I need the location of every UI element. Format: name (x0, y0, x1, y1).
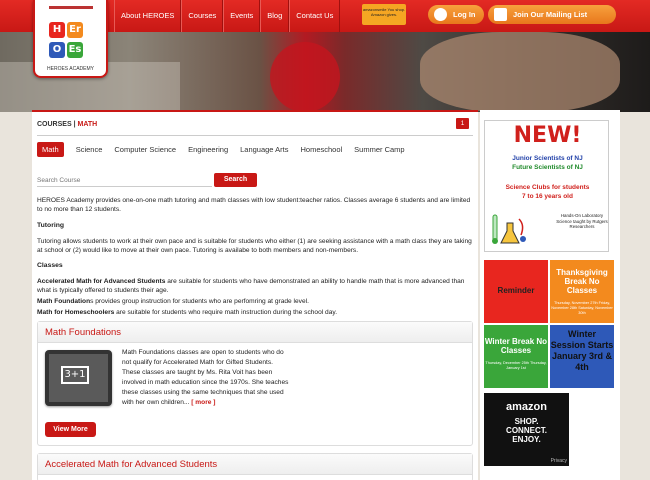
tab-language-arts[interactable]: Language Arts (240, 142, 288, 157)
ad-ages: 7 to 16 years old (522, 193, 573, 200)
breadcrumb-current: MATH (77, 121, 98, 128)
tab-math[interactable]: Math (37, 142, 64, 157)
logo-caption: HEROES ACADEMY (47, 66, 94, 72)
page-count-badge: 1 (456, 118, 469, 129)
notice-dates: Thursday, November 27th Friday, November… (551, 301, 613, 315)
class-desc: are suitable for students who require ma… (114, 309, 338, 316)
logo-tile-h: H (49, 22, 65, 38)
nav-contact[interactable]: Contact Us (289, 0, 341, 32)
amazon-smile-badge[interactable]: amazonsmile You shop. Amazon gives. (362, 4, 406, 25)
mailing-label: Join Our Mailing List (513, 10, 588, 19)
course-card-accelerated-math: Accelerated Math for Advanced Students (37, 453, 473, 480)
main-content-panel: COURSES | MATH 1 Math Science Computer S… (32, 110, 478, 480)
notice-title: Thanksgiving Break No Classes (556, 268, 608, 295)
sidebar: NEW! Junior Scientists of NJ Future Scie… (480, 110, 620, 480)
logo-tile-o: O (49, 42, 65, 58)
login-button[interactable]: Log In (428, 5, 484, 24)
more-link[interactable]: [ more ] (191, 399, 215, 406)
user-icon (434, 8, 447, 21)
classes-heading: Classes (37, 262, 63, 269)
login-label: Log In (453, 10, 476, 19)
notice-reminder[interactable]: Reminder (484, 260, 548, 323)
privacy-link[interactable]: Privacy (551, 458, 567, 464)
ad-line: Science Clubs for students 7 to 16 years… (485, 183, 610, 201)
notice-winter-session[interactable]: Winter Session Starts January 3rd & 4th (550, 325, 614, 388)
course-description: Math Foundations classes are open to stu… (122, 348, 292, 408)
course-title[interactable]: Accelerated Math for Advanced Students (38, 454, 472, 475)
breadcrumb-separator: | (73, 121, 76, 128)
divider (37, 135, 473, 136)
ad-detail: Hands-On Laboratory Science taught by Ru… (556, 213, 608, 229)
course-description-text: Math Foundations classes are open to stu… (122, 349, 289, 406)
amazon-tagline-line: CONNECT. (506, 426, 547, 435)
nav-about[interactable]: About HEROES (114, 0, 182, 32)
nav-courses[interactable]: Courses (181, 0, 224, 32)
logo-tile-er: Er (67, 22, 83, 38)
notice-title: Reminder (497, 286, 535, 295)
amazon-tagline: SHOP. CONNECT. ENJOY. (484, 417, 569, 444)
course-title[interactable]: Math Foundations (38, 322, 472, 343)
ad-headline: NEW! (513, 123, 582, 148)
amazon-logo: amazon (506, 401, 547, 413)
notice-thanksgiving[interactable]: Thanksgiving Break No Classes Thursday, … (550, 260, 614, 323)
logo-tile-es: Es (67, 42, 83, 58)
notice-title: Winter Session Starts January 3rd & 4th (550, 329, 614, 372)
tutoring-heading: Tutoring (37, 222, 65, 229)
tab-science[interactable]: Science (76, 142, 103, 157)
notice-title: Winter Break No Classes (484, 337, 548, 355)
breadcrumb: COURSES | MATH (37, 121, 97, 128)
class-name: Math for Homeschoolers (37, 309, 115, 316)
class-desc: s provides group instruction for student… (90, 298, 309, 305)
ad-clubs: Science Clubs for students (505, 184, 590, 191)
amazon-tagline-line: SHOP. (514, 417, 539, 426)
intro-text: HEROES Academy provides one-on-one math … (37, 197, 471, 214)
tutoring-text: Tutoring allows students to work at thei… (37, 238, 472, 255)
search-button[interactable]: Search (214, 173, 257, 187)
breadcrumb-courses[interactable]: COURSES (37, 121, 72, 128)
notice-dates: Thursday, December 25th Thursday, Januar… (485, 361, 547, 370)
course-tabs: Math Science Computer Science Engineerin… (37, 142, 417, 157)
nav-blog[interactable]: Blog (260, 0, 290, 32)
view-more-button[interactable]: View More (45, 422, 96, 437)
hero-shape (270, 42, 340, 112)
tab-computer-science[interactable]: Computer Science (114, 142, 176, 157)
nav-events[interactable]: Events (223, 0, 261, 32)
lab-flask-icon (492, 214, 526, 244)
main-nav: About HEROES Courses Events Blog Contact… (114, 0, 341, 32)
hero-shape (420, 32, 620, 112)
class-name: Accelerated Math for Advanced Students (37, 278, 166, 285)
search-course-input[interactable] (37, 174, 212, 187)
class-name: Math Foundation (37, 298, 91, 305)
notices-grid: Reminder Thanksgiving Break No Classes T… (484, 260, 614, 388)
mail-icon (494, 8, 507, 21)
heroes-academy-logo[interactable]: H Er O Es HEROES ACADEMY (33, 0, 108, 78)
tab-homeschool[interactable]: Homeschool (300, 142, 342, 157)
ad-junior: Junior Scientists of NJ (512, 155, 583, 162)
tab-summer-camp[interactable]: Summer Camp (354, 142, 404, 157)
class-line: Accelerated Math for Advanced Students a… (37, 277, 473, 296)
amazon-ad[interactable]: amazon SHOP. CONNECT. ENJOY. Privacy (484, 393, 569, 466)
tab-engineering[interactable]: Engineering (188, 142, 228, 157)
class-line: Math Foundations provides group instruct… (37, 297, 473, 306)
notice-winter-break[interactable]: Winter Break No Classes Thursday, Decemb… (484, 325, 548, 388)
ad-future: Future Scientists of NJ (512, 164, 583, 171)
course-card-math-foundations: Math Foundations 3+1 Math Foundations cl… (37, 321, 473, 446)
ad-line: Junior Scientists of NJ Future Scientist… (485, 154, 610, 172)
chalkboard-text: 3+1 (61, 366, 89, 384)
chalkboard-image: 3+1 (45, 350, 112, 406)
mailing-list-button[interactable]: Join Our Mailing List (488, 5, 616, 24)
amazon-tagline-line: ENJOY. (512, 435, 541, 444)
science-club-ad[interactable]: NEW! Junior Scientists of NJ Future Scie… (484, 120, 609, 252)
class-line: Math for Homeschoolers are suitable for … (37, 308, 473, 317)
